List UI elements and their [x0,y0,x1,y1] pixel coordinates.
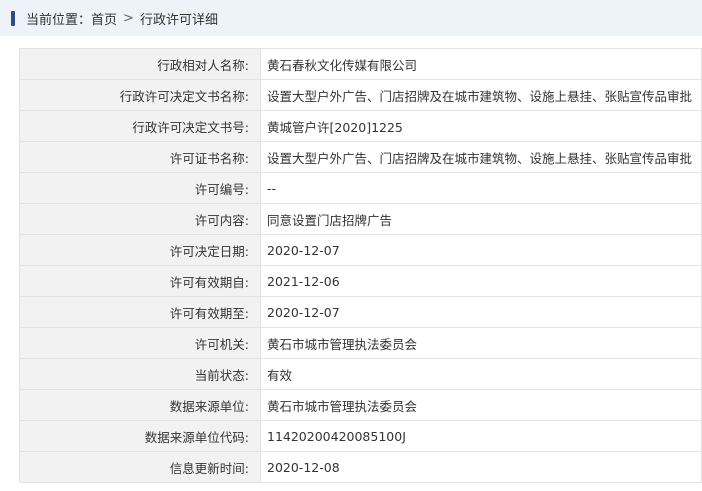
row-value: 黄石市城市管理执法委员会 [260,327,702,359]
license-detail-table: 行政相对人名称: 黄石春秋文化传媒有限公司 行政许可决定文书名称: 设置大型户外… [19,48,702,483]
breadcrumb-prefix: 当前位置： [26,12,92,28]
row-value: 设置大型户外广告、门店招牌及在城市建筑物、设施上悬挂、张贴宣传品审批 [260,79,702,111]
table-row: 许可内容: 同意设置门店招牌广告 [19,203,702,235]
row-value: 2021-12-06 [260,265,702,297]
row-value: 2020-12-07 [260,234,702,266]
row-label: 许可编号: [19,172,261,204]
table-row: 行政许可决定文书名称: 设置大型户外广告、门店招牌及在城市建筑物、设施上悬挂、张… [19,79,702,111]
breadcrumb-separator: > [123,10,134,26]
row-label: 许可决定日期: [19,234,261,266]
row-label: 许可有效期自: [19,265,261,297]
breadcrumb-home-link[interactable]: 首页 [91,9,117,28]
table-row: 行政许可决定文书号: 黄城管户许[2020]1225 [19,110,702,142]
row-value: 黄城管户许[2020]1225 [260,110,702,142]
row-label: 许可有效期至: [19,296,261,328]
breadcrumb-current: 行政许可详细 [139,12,218,28]
breadcrumb: 当前位置： 首页 > 行政许可详细 [0,0,702,36]
row-value: -- [260,172,702,204]
table-row: 当前状态: 有效 [19,358,702,390]
row-value: 2020-12-07 [260,296,702,328]
table-row: 数据来源单位代码: 11420200420085100J [19,420,702,452]
breadcrumb-text: 当前位置： 首页 > 行政许可详细 [26,9,218,28]
row-value: 11420200420085100J [260,420,702,452]
row-value: 2020-12-08 [260,451,702,483]
table-row: 许可有效期自: 2021-12-06 [19,265,702,297]
table-row: 信息更新时间: 2020-12-08 [19,451,702,483]
row-label: 许可内容: [19,203,261,235]
table-row: 行政相对人名称: 黄石春秋文化传媒有限公司 [19,48,702,80]
table-row: 许可证书名称: 设置大型户外广告、门店招牌及在城市建筑物、设施上悬挂、张贴宣传品… [19,141,702,173]
row-label: 数据来源单位: [19,389,261,421]
row-label: 许可机关: [19,327,261,359]
table-row: 许可机关: 黄石市城市管理执法委员会 [19,327,702,359]
row-value: 黄石市城市管理执法委员会 [260,389,702,421]
row-value: 同意设置门店招牌广告 [260,203,702,235]
table-row: 许可决定日期: 2020-12-07 [19,234,702,266]
row-value: 黄石春秋文化传媒有限公司 [260,48,702,80]
row-label: 行政许可决定文书号: [19,110,261,142]
row-label: 当前状态: [19,358,261,390]
row-label: 行政许可决定文书名称: [19,79,261,111]
row-value: 设置大型户外广告、门店招牌及在城市建筑物、设施上悬挂、张贴宣传品审批 [260,141,702,173]
row-label: 信息更新时间: [19,451,261,483]
row-label: 数据来源单位代码: [19,420,261,452]
breadcrumb-marker [11,10,15,26]
row-label: 行政相对人名称: [19,48,261,80]
table-row: 许可有效期至: 2020-12-07 [19,296,702,328]
row-label: 许可证书名称: [19,141,261,173]
row-value: 有效 [260,358,702,390]
table-row: 许可编号: -- [19,172,702,204]
table-row: 数据来源单位: 黄石市城市管理执法委员会 [19,389,702,421]
